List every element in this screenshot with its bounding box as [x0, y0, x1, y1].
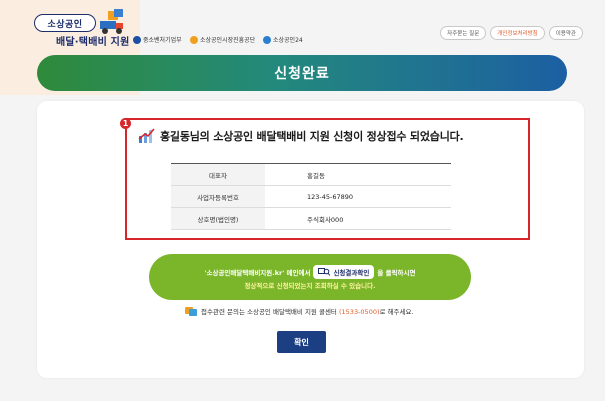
- privacy-policy-link[interactable]: 개인정보처리방침: [490, 26, 545, 40]
- callout-number: 1: [120, 118, 131, 129]
- confirmation-message: 홍길동님의 소상공인 배달택배비 지원 신청이 정상접수 되었습니다.: [160, 130, 464, 143]
- contact-info: 접수관련 문의는 소상공인 배달택배비 지원 콜센터 (1533-0500)로 …: [185, 306, 414, 316]
- notice-text-a: '소상공인배달택배비지원.kr' 메인에서: [204, 269, 311, 277]
- row-value: 주식회사000: [265, 207, 451, 230]
- table-row: 상호명(법인명) 주식회사000: [171, 207, 451, 230]
- agency-ministry[interactable]: 중소벤처기업부: [133, 35, 182, 44]
- row-value: 123-45-67890: [265, 185, 451, 208]
- callcenter-phone: (1533-0500): [339, 308, 380, 316]
- semas-logo-icon: [190, 35, 198, 44]
- row-label: 상호명(법인명): [171, 207, 265, 230]
- agency-label: 소상공인시장진흥공단: [200, 37, 256, 44]
- delivery-truck-icon: [100, 9, 123, 34]
- applicant-info-table: 대표자 홍길동 사업자등록번호 123-45-67890 상호명(법인명) 주식…: [171, 163, 451, 230]
- top-links: 자주묻는 질문 개인정보처리방침 이용약관: [440, 26, 583, 40]
- agency-semas[interactable]: 소상공인시장진흥공단: [190, 35, 255, 44]
- row-value: 홍길동: [265, 163, 451, 186]
- agency-sbiz24[interactable]: 소상공인24: [263, 35, 303, 44]
- table-row: 대표자 홍길동: [171, 163, 451, 186]
- confirm-button[interactable]: 확인: [277, 331, 326, 353]
- ministry-emblem-icon: [133, 35, 141, 44]
- contact-prefix: 접수관련 문의는 소상공인 배달택배비 지원 콜센터: [201, 308, 337, 316]
- callcenter-icon: [185, 307, 197, 316]
- agency-label: 중소벤처기업부: [143, 37, 182, 44]
- page-title: 신청완료: [274, 66, 330, 82]
- result-check-notice: '소상공인배달택배비지원.kr' 메인에서 신청결과확인 을 클릭하시면 정상적…: [149, 254, 471, 300]
- row-label: 사업자등록번호: [171, 185, 265, 208]
- sbiz24-logo-icon: [263, 35, 271, 44]
- logo-subtitle: 배달·택배비 지원: [56, 37, 130, 48]
- table-row: 사업자등록번호 123-45-67890: [171, 185, 451, 208]
- contact-suffix: 로 해주세요.: [379, 308, 414, 316]
- title-banner: 신청완료: [37, 55, 567, 91]
- site-header: 소상공인 배달·택배비 지원 중소벤처기업부 소상공인시장진흥공단 소상공인24…: [0, 0, 605, 55]
- search-icon: [318, 268, 331, 276]
- notice-text-line2: 정상적으로 신청되었는지 조회하실 수 있습니다.: [244, 282, 376, 290]
- notice-text-b: 을 클릭하시면: [377, 269, 416, 277]
- chart-icon: [138, 128, 155, 143]
- check-result-label: 신청결과확인: [333, 269, 370, 277]
- check-result-button[interactable]: 신청결과확인: [313, 265, 375, 279]
- faq-link[interactable]: 자주묻는 질문: [440, 26, 487, 40]
- agency-label: 소상공인24: [273, 37, 303, 44]
- row-label: 대표자: [171, 163, 265, 186]
- logo-title[interactable]: 소상공인: [34, 14, 96, 32]
- terms-link[interactable]: 이용약관: [548, 26, 583, 40]
